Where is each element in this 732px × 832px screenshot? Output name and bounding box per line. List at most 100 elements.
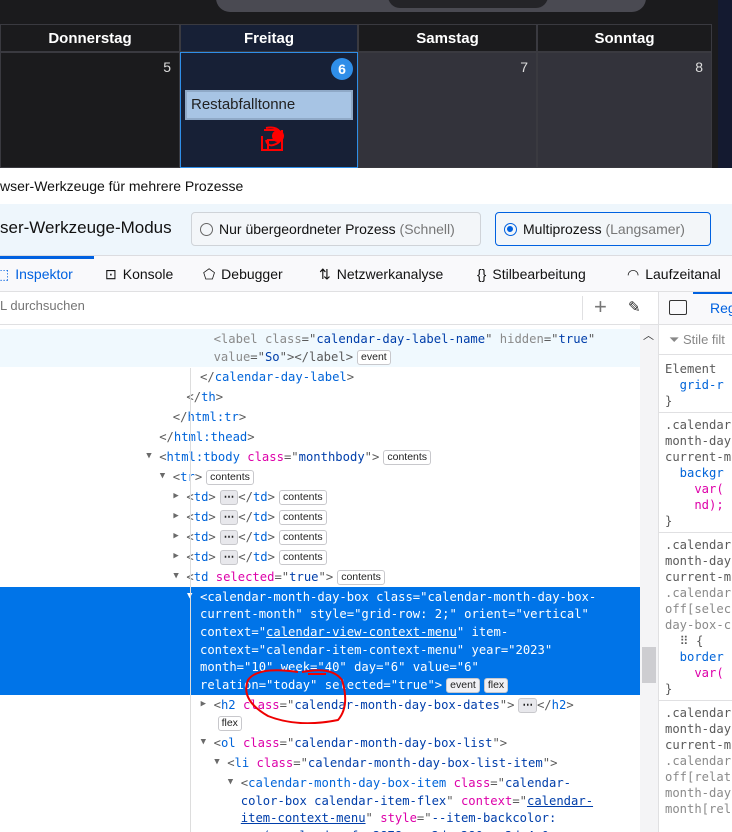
collapsed-children-button[interactable]: ⋯ bbox=[219, 489, 239, 505]
calendar-event[interactable]: Restabfalltonne bbox=[185, 90, 353, 120]
expand-closed-icon[interactable]: ▶ bbox=[173, 551, 178, 561]
markup-token: calendar-month-day-box-list-item bbox=[307, 755, 543, 770]
markup-token: calendar-month-day-box-item bbox=[248, 775, 454, 790]
tab-console[interactable]: ⊡ Konsole bbox=[105, 256, 173, 292]
expand-closed-icon[interactable]: ▶ bbox=[173, 511, 178, 521]
event-badge[interactable]: event bbox=[357, 349, 391, 365]
expand-closed-icon[interactable]: ▶ bbox=[201, 699, 206, 709]
markup-node[interactable]: ▼ <li class="calendar-month-day-box-list-… bbox=[0, 753, 640, 773]
markup-node[interactable]: <label class="calendar-day-label-name" h… bbox=[0, 329, 640, 367]
tab-inspector[interactable]: ⬚ Inspektor bbox=[0, 256, 73, 292]
event-badge[interactable]: event bbox=[446, 678, 480, 694]
markup-node[interactable]: ▼ <ol class="calendar-month-day-box-list"… bbox=[0, 733, 640, 753]
scrollbar-thumb[interactable] bbox=[642, 647, 656, 683]
markup-line: value="So"></label> event bbox=[214, 348, 391, 366]
markup-token: class bbox=[453, 775, 491, 790]
expand-open-icon[interactable]: ▼ bbox=[160, 471, 165, 481]
tab-performance[interactable]: ◠ Laufzeitanal bbox=[627, 256, 721, 292]
markup-node[interactable]: ▼ <html:tbody class="monthbody"> contents bbox=[0, 447, 640, 467]
expand-open-icon[interactable]: ▼ bbox=[201, 737, 206, 747]
markup-line: </th> bbox=[186, 388, 223, 406]
tab-rules[interactable]: Reg bbox=[710, 300, 732, 316]
contents-badge[interactable]: contents bbox=[278, 549, 327, 565]
expand-open-icon[interactable]: ▼ bbox=[173, 571, 178, 581]
markup-view: <label class="calendar-day-label-name" h… bbox=[0, 325, 640, 832]
expand-closed-icon[interactable]: ▶ bbox=[173, 491, 178, 501]
contents-badge[interactable]: contents bbox=[278, 489, 327, 505]
day-cell-7[interactable]: 7 bbox=[358, 52, 537, 168]
markup-node[interactable]: ▶ <td>⋯</td>contents bbox=[0, 527, 640, 547]
debugger-icon: ⬠ bbox=[203, 266, 216, 282]
markup-token: class bbox=[264, 332, 302, 346]
markup-node[interactable]: ▶ <td>⋯</td>contents bbox=[0, 507, 640, 527]
weekday-header-friday: Freitag bbox=[180, 24, 358, 52]
markup-token: > bbox=[267, 549, 275, 564]
mode-option-multiprocess[interactable]: Multiprozess (Langsamer) bbox=[495, 212, 711, 246]
markup-node[interactable]: </html:thead> bbox=[0, 427, 640, 447]
collapsed-children-button[interactable]: ⋯ bbox=[518, 698, 537, 714]
contents-badge[interactable]: contents bbox=[278, 509, 327, 525]
markup-token: html:tr bbox=[187, 409, 239, 424]
expand-closed-icon[interactable]: ▶ bbox=[173, 531, 178, 541]
add-node-button[interactable]: + bbox=[594, 295, 607, 319]
markup-token: > bbox=[267, 509, 275, 524]
toggle-sidebar-icon[interactable] bbox=[669, 300, 687, 315]
markup-token: =" bbox=[416, 811, 432, 826]
markup-link[interactable]: calendar-view-context-menu bbox=[266, 625, 457, 639]
markup-node[interactable]: ▼ <calendar-month-day-box-item class="cal… bbox=[0, 773, 640, 832]
tab-network[interactable]: ⇅ Netzwerkanalyse bbox=[319, 256, 443, 292]
markup-node[interactable]: </calendar-day-label> bbox=[0, 367, 640, 387]
markup-link[interactable]: item-context-menu bbox=[241, 811, 366, 825]
tab-style-editor[interactable]: {} Stilbearbeitung bbox=[477, 256, 586, 292]
markup-line: var(--calendar-fac2878e-ua2d-e280-ua2d-4… bbox=[241, 827, 549, 832]
mode-option-parent-process[interactable]: Nur übergeordneter Prozess (Schnell) bbox=[191, 212, 481, 246]
tab-label: Netzwerkanalyse bbox=[336, 266, 444, 282]
rules-panel: Reg ⏷ Stile filt Element grid-r} .calenda… bbox=[658, 292, 732, 832]
weekday-header-saturday: Samstag bbox=[358, 24, 537, 52]
markup-scrollbar[interactable]: ︿ bbox=[640, 325, 658, 832]
markup-node[interactable]: ▶ <td>⋯</td>contents bbox=[0, 547, 640, 567]
markup-token: </ bbox=[238, 549, 253, 564]
day-cell-8[interactable]: 8 bbox=[537, 52, 712, 168]
expand-open-icon[interactable]: ▼ bbox=[228, 777, 233, 787]
markup-node[interactable]: </html:tr> bbox=[0, 407, 640, 427]
rule-line: off[relat bbox=[665, 770, 732, 784]
view-switcher-selected[interactable] bbox=[388, 0, 548, 8]
contents-badge[interactable]: contents bbox=[337, 569, 385, 585]
rule-line: month-day bbox=[665, 434, 732, 448]
scroll-up-icon[interactable]: ︿ bbox=[643, 327, 654, 343]
collapsed-children-button[interactable]: ⋯ bbox=[219, 509, 239, 525]
markup-token: h2 bbox=[551, 698, 567, 713]
markup-node[interactable]: ▼ <td selected="true">contents bbox=[0, 567, 640, 587]
markup-line: </html:thead> bbox=[159, 428, 254, 446]
tab-label: Inspektor bbox=[15, 266, 73, 282]
rule-line: .calendar bbox=[665, 538, 732, 552]
collapsed-children-button[interactable]: ⋯ bbox=[219, 529, 239, 545]
red-scribble-annotation bbox=[261, 126, 284, 151]
markup-node[interactable]: ▶ <td>⋯</td>contents bbox=[0, 487, 640, 507]
day-number: 8 bbox=[695, 59, 703, 75]
markup-token: "> bbox=[542, 755, 558, 770]
contents-badge[interactable]: contents bbox=[206, 469, 254, 485]
rules-filter-input[interactable]: ⏷ Stile filt bbox=[659, 325, 732, 355]
day-cell-5[interactable]: 5 bbox=[0, 52, 180, 168]
flex-badge[interactable]: flex bbox=[483, 678, 509, 694]
collapsed-children-button[interactable]: ⋯ bbox=[219, 549, 239, 565]
markup-node[interactable]: ▼ <tr> contents bbox=[0, 467, 640, 487]
markup-link[interactable]: calendar- bbox=[527, 794, 593, 808]
contents-badge[interactable]: contents bbox=[383, 449, 432, 465]
markup-token: </ bbox=[238, 509, 253, 524]
tab-label: Debugger bbox=[221, 266, 283, 282]
markup-token: " bbox=[365, 811, 381, 826]
rule-line: .calendar bbox=[665, 586, 732, 600]
html-search-input[interactable] bbox=[0, 298, 560, 313]
expand-open-icon[interactable]: ▼ bbox=[214, 757, 219, 767]
contents-badge[interactable]: contents bbox=[278, 529, 327, 545]
markup-search-bar: + ✎ bbox=[0, 292, 658, 325]
markup-token: context bbox=[460, 793, 513, 808]
eyedropper-icon[interactable]: ✎ bbox=[628, 298, 641, 316]
expand-open-icon[interactable]: ▼ bbox=[146, 451, 151, 461]
tab-debugger[interactable]: ⬠ Debugger bbox=[203, 256, 283, 292]
markup-token: calendar- bbox=[504, 775, 572, 790]
markup-node[interactable]: </th> bbox=[0, 387, 640, 407]
